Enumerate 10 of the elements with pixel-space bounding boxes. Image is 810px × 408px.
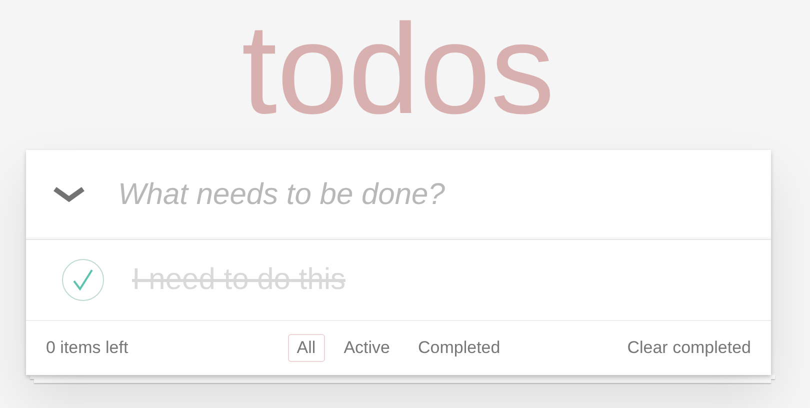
chevron-down-icon: [52, 186, 86, 204]
filter-link[interactable]: Completed: [408, 334, 510, 362]
new-todo-field[interactable]: What needs to be done?: [118, 172, 771, 218]
items-left-count: 0 items left: [46, 338, 130, 358]
app-title: todos: [241, 0, 555, 143]
filter-link[interactable]: Active: [334, 334, 399, 362]
clear-completed-link[interactable]: Clear completed: [627, 338, 751, 358]
todo-checkbox[interactable]: [62, 259, 104, 301]
filter-link[interactable]: All: [288, 334, 325, 362]
checkmark-icon: [71, 268, 95, 292]
